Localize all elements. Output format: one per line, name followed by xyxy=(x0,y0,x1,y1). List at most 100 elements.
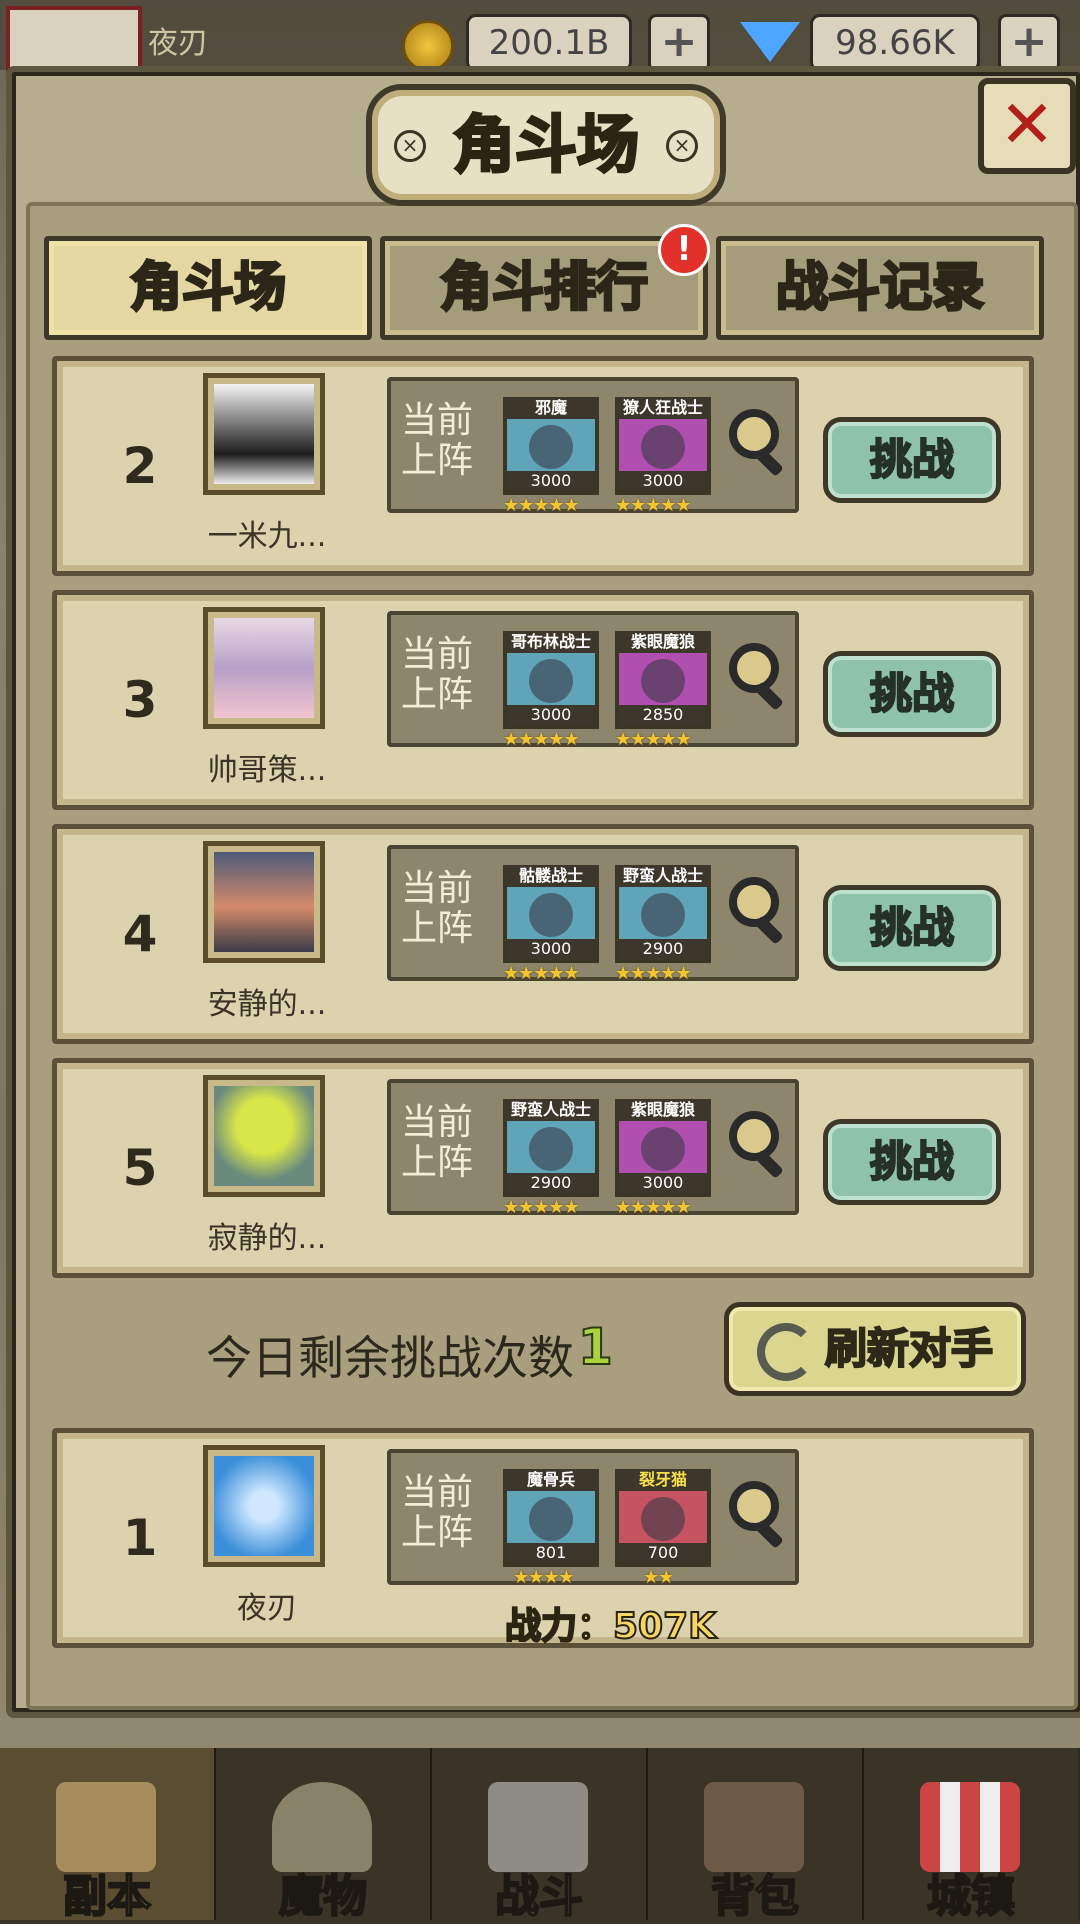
swords-icon xyxy=(488,1782,588,1872)
unit-slot[interactable]: 裂牙猫 700 xyxy=(615,1469,711,1567)
my-lineup-box: 当前上阵 魔骨兵 801 ★★★★ 裂牙猫 700 ★★ xyxy=(387,1449,799,1588)
unit-name: 野蛮人战士 xyxy=(615,865,711,887)
unit-portrait xyxy=(529,425,573,469)
diamond-icon xyxy=(740,22,800,62)
nav-dungeon[interactable]: 副本 xyxy=(0,1748,218,1923)
backpack-icon xyxy=(704,1782,804,1872)
unit-portrait xyxy=(641,1127,685,1171)
hud-player-name: 夜刃 xyxy=(148,26,208,61)
rank-number: 3 xyxy=(122,671,158,729)
avatar[interactable] xyxy=(203,1075,325,1197)
magnifier-icon[interactable] xyxy=(723,637,784,711)
magnifier-icon[interactable] xyxy=(723,1105,784,1179)
lineup-box: 当前上阵 骷髅战士 3000 ★★★★★ 野蛮人战士 2900 ★★★★★ xyxy=(387,845,799,984)
opponent-card: 5 寂静的... 当前上阵 野蛮人战士 2900 ★★★★★ 紫眼魔狼 3000… xyxy=(52,1058,1034,1278)
lineup-label: 当前上阵 xyxy=(401,868,474,949)
challenge-button[interactable]: 挑战 xyxy=(823,1119,1001,1205)
challenge-button[interactable]: 挑战 xyxy=(823,885,1001,971)
unit-stars: ★★★★★ xyxy=(503,963,580,984)
unit-slot[interactable]: 邪魔 3000 xyxy=(503,397,599,495)
tab-label: 角斗排行 xyxy=(438,257,649,320)
combat-power: 战力：507K xyxy=(504,1605,717,1648)
rank-number: 5 xyxy=(122,1139,158,1197)
avatar[interactable] xyxy=(203,373,325,495)
unit-stars: ★★★★ xyxy=(513,1567,575,1588)
lineup-box: 当前上阵 哥布林战士 3000 ★★★★★ 紫眼魔狼 2850 ★★★★★ xyxy=(387,611,799,750)
map-icon xyxy=(56,1782,156,1872)
avatar[interactable] xyxy=(203,1445,325,1567)
lineup-label: 当前上阵 xyxy=(401,400,474,481)
my-player-card: 1 夜刃 当前上阵 魔骨兵 801 ★★★★ 裂牙猫 700 ★★ 战力：507… xyxy=(52,1428,1034,1648)
lineup-box: 当前上阵 野蛮人战士 2900 ★★★★★ 紫眼魔狼 3000 ★★★★★ xyxy=(387,1079,799,1218)
magnifier-icon[interactable] xyxy=(723,1475,784,1549)
add-gold-button[interactable]: + xyxy=(648,14,710,72)
hud-avatar[interactable] xyxy=(6,6,142,74)
add-gem-button[interactable]: + xyxy=(998,14,1060,72)
unit-slot[interactable]: 紫眼魔狼 3000 xyxy=(615,1099,711,1197)
player-name: 一米九... xyxy=(207,519,327,554)
unit-power: 700 xyxy=(619,1543,707,1563)
tab-arena[interactable]: 角斗场 xyxy=(44,236,372,340)
challenge-button[interactable]: 挑战 xyxy=(823,651,1001,737)
unit-stars: ★★★★★ xyxy=(615,1197,692,1218)
lineup-label: 当前上阵 xyxy=(401,1102,474,1183)
gold-coin-icon xyxy=(402,20,454,72)
unit-power: 3000 xyxy=(619,471,707,491)
bottom-nav: 副本 魔物 战斗 背包 城镇 xyxy=(0,1748,1080,1923)
avatar[interactable] xyxy=(203,841,325,963)
challenge-label: 挑战 xyxy=(869,434,955,485)
close-button[interactable]: ✕ xyxy=(978,78,1076,174)
remaining-challenges-label: 今日剩余挑战次数 xyxy=(206,1331,574,1385)
nav-battle[interactable]: 战斗 xyxy=(432,1748,650,1923)
avatar[interactable] xyxy=(203,607,325,729)
unit-slot[interactable]: 野蛮人战士 2900 xyxy=(503,1099,599,1197)
title-right-dot-icon: × xyxy=(666,130,698,162)
unit-slot[interactable]: 紫眼魔狼 2850 xyxy=(615,631,711,729)
lineup-label: 当前上阵 xyxy=(401,634,474,715)
my-player-name: 夜刃 xyxy=(237,1591,297,1626)
lineup-box: 当前上阵 邪魔 3000 ★★★★★ 獠人狂战士 3000 ★★★★★ xyxy=(387,377,799,516)
lineup-label: 当前上阵 xyxy=(401,1472,474,1553)
nav-town[interactable]: 城镇 xyxy=(864,1748,1078,1923)
unit-slot[interactable]: 獠人狂战士 3000 xyxy=(615,397,711,495)
unit-slot[interactable]: 野蛮人战士 2900 xyxy=(615,865,711,963)
nav-backpack[interactable]: 背包 xyxy=(648,1748,866,1923)
avatar-image xyxy=(214,618,314,718)
unit-name: 紫眼魔狼 xyxy=(615,1099,711,1121)
magnifier-icon[interactable] xyxy=(723,403,784,477)
unit-name: 邪魔 xyxy=(503,397,599,419)
refresh-opponents-button[interactable]: 刷新对手 xyxy=(724,1302,1026,1396)
rank-number: 2 xyxy=(122,437,158,495)
unit-slot[interactable]: 骷髅战士 3000 xyxy=(503,865,599,963)
player-name: 安静的... xyxy=(207,987,327,1022)
challenge-label: 挑战 xyxy=(869,668,955,719)
unit-power: 3000 xyxy=(507,705,595,725)
magnifier-icon[interactable] xyxy=(723,871,784,945)
player-name: 寂静的... xyxy=(207,1221,327,1256)
unit-slot[interactable]: 魔骨兵 801 xyxy=(503,1469,599,1567)
unit-portrait xyxy=(529,893,573,937)
opponent-card: 3 帅哥策... 当前上阵 哥布林战士 3000 ★★★★★ 紫眼魔狼 2850… xyxy=(52,590,1034,810)
unit-slot[interactable]: 哥布林战士 3000 xyxy=(503,631,599,729)
tab-battle-records[interactable]: 战斗记录 xyxy=(716,236,1044,340)
rank-number: 4 xyxy=(122,905,158,963)
unit-portrait xyxy=(529,659,573,703)
unit-power: 801 xyxy=(507,1543,595,1563)
unit-stars: ★★★★★ xyxy=(615,495,692,516)
unit-portrait xyxy=(641,659,685,703)
title-plate: × 角斗场 × xyxy=(366,84,726,206)
unit-power: 3000 xyxy=(507,471,595,491)
challenge-button[interactable]: 挑战 xyxy=(823,417,1001,503)
opponent-card: 4 安静的... 当前上阵 骷髅战士 3000 ★★★★★ 野蛮人战士 2900… xyxy=(52,824,1034,1044)
unit-stars: ★★★★★ xyxy=(615,729,692,750)
refresh-icon xyxy=(757,1323,815,1381)
unit-name: 裂牙猫 xyxy=(615,1469,711,1491)
avatar-image xyxy=(214,384,314,484)
opponent-card: 2 一米九... 当前上阵 邪魔 3000 ★★★★★ 獠人狂战士 3000 ★… xyxy=(52,356,1034,576)
unit-name: 哥布林战士 xyxy=(503,631,599,653)
unit-power: 2900 xyxy=(507,1173,595,1193)
tab-label: 角斗场 xyxy=(128,257,287,320)
nav-label: 副本 xyxy=(62,1870,152,1923)
gem-amount: 98.66K xyxy=(810,14,980,72)
nav-monsters[interactable]: 魔物 xyxy=(216,1748,434,1923)
